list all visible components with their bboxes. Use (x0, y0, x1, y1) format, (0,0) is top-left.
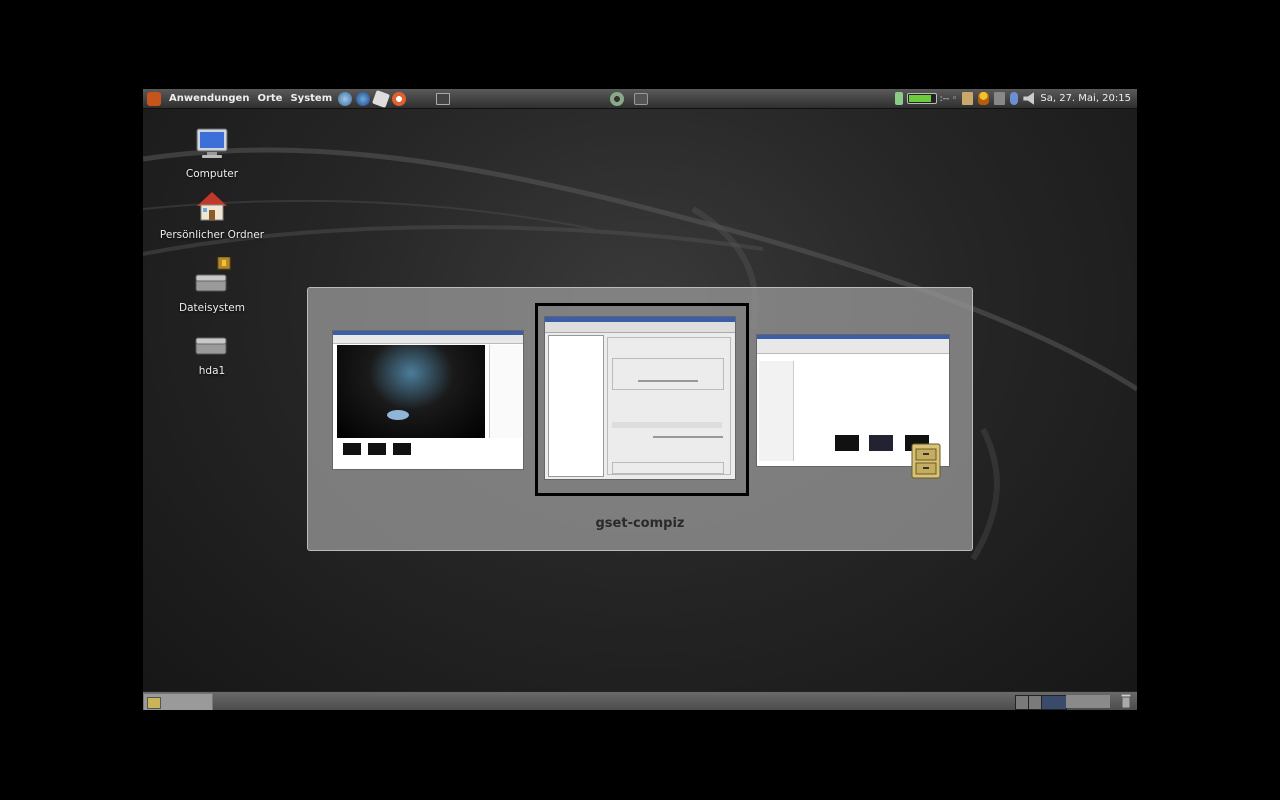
desktop-icon-filesystem[interactable]: Dateisystem (152, 256, 272, 314)
menu-applications[interactable]: Anwendungen (169, 93, 249, 104)
user-icon[interactable] (978, 92, 990, 105)
system-tray: :-- ◦ Sa, 27. Mai, 20:15 (890, 89, 1137, 108)
mail-icon[interactable] (372, 89, 391, 108)
battery-fill (908, 95, 931, 102)
thumb-image (337, 345, 485, 438)
switcher-window-title: gset-compiz (595, 516, 685, 531)
show-desktop-icon[interactable] (436, 92, 451, 105)
thumb-options-panel (607, 337, 731, 475)
volume-icon[interactable] (1023, 92, 1035, 105)
bluetooth-icon[interactable] (1010, 92, 1019, 105)
menu-places[interactable]: Orte (257, 93, 282, 104)
clipboard-icon[interactable] (962, 92, 974, 105)
power-plug-icon[interactable] (894, 92, 903, 105)
workspace-1[interactable] (1015, 695, 1029, 710)
battery-indicator[interactable] (906, 93, 937, 104)
help-lifebuoy-icon[interactable] (392, 91, 407, 106)
computer-icon (196, 128, 228, 158)
menu-system[interactable]: System (290, 93, 332, 104)
workspace-strip (1066, 695, 1110, 708)
desktop-icon-computer[interactable]: Computer (152, 127, 272, 180)
desktop-icon-label: hda1 (198, 365, 226, 377)
taskbar-window-button[interactable] (143, 693, 213, 710)
network-icon[interactable] (994, 92, 1006, 105)
switcher-window-thumbnail[interactable] (332, 330, 524, 470)
desktop-icon-home[interactable]: Persönlicher Ordner (152, 190, 272, 241)
thumb-sidebar (489, 345, 522, 438)
workspace-2[interactable] (1028, 695, 1042, 710)
tray-status-text: :-- ◦ (939, 93, 958, 104)
desktop-icon-label: Dateisystem (179, 302, 245, 314)
screenshot-icon[interactable] (634, 92, 649, 105)
desktop-icon-label: Computer (185, 168, 239, 180)
desktop-screen: Anwendungen Orte System :-- ◦ Sa, 27. Ma… (143, 89, 1137, 710)
thumb-plugin-list (548, 335, 604, 477)
trash-icon[interactable] (1121, 694, 1131, 709)
bottom-panel (143, 691, 1137, 710)
desktop-icon-hda1[interactable]: hda1 (152, 334, 272, 377)
top-panel: Anwendungen Orte System :-- ◦ Sa, 27. Ma… (143, 89, 1137, 109)
thumb-tabs (545, 322, 735, 333)
thumb-sidebar (759, 361, 794, 461)
file-cabinet-icon (911, 443, 941, 479)
switcher-window-thumbnail[interactable] (544, 316, 736, 480)
desktop-icon-label: Persönlicher Ordner (159, 229, 265, 241)
compiz-gear-icon[interactable] (610, 91, 625, 106)
thumb-toolbar (333, 335, 523, 344)
drive-icon (195, 256, 231, 292)
home-folder-icon (197, 192, 227, 221)
window-icon (147, 697, 161, 709)
web-browser-icon[interactable] (338, 91, 353, 106)
ubuntu-logo-icon[interactable] (147, 91, 161, 106)
window-switcher: gset-compiz (307, 287, 973, 551)
globe-icon[interactable] (356, 91, 371, 106)
clock[interactable]: Sa, 27. Mai, 20:15 (1040, 93, 1131, 104)
drive-icon (195, 337, 227, 355)
workspace-3-active[interactable] (1041, 695, 1067, 710)
thumb-toolbar (757, 339, 949, 354)
